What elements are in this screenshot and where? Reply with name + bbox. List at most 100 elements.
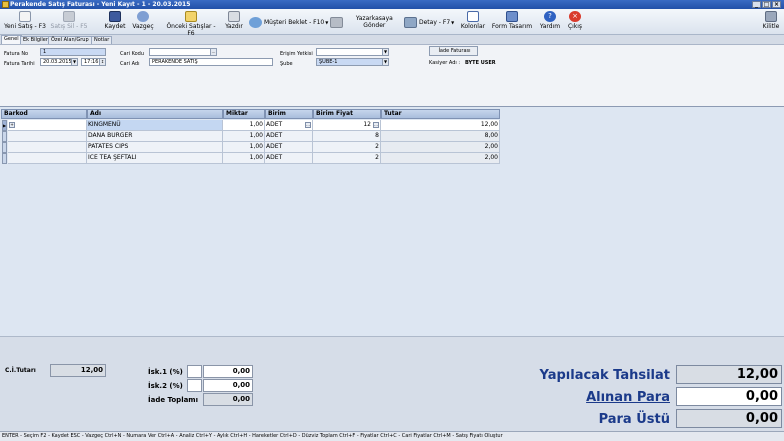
column-header-barcode[interactable]: Barkod: [1, 109, 87, 119]
change-value: 0,00: [676, 409, 782, 428]
column-header-unit[interactable]: Birim: [265, 109, 313, 119]
row-expand-icon[interactable]: +: [9, 121, 15, 128]
row-indicator[interactable]: ▶: [2, 120, 7, 131]
table-row-cell-unit[interactable]: ADET: [265, 142, 313, 153]
details-icon: [404, 16, 417, 28]
table-row-cell-unit[interactable]: ADET: [265, 131, 313, 142]
column-header-unit-price[interactable]: Birim Fiyat: [313, 109, 381, 119]
ci-total-label: C.İ.Tutarı: [5, 367, 36, 374]
printer-icon: [228, 11, 240, 22]
discount2-percent-field[interactable]: [187, 379, 202, 392]
table-row-cell-total[interactable]: 8,00: [381, 131, 500, 142]
table-row-cell-name[interactable]: DANA BURGER: [87, 131, 223, 142]
form-design-button[interactable]: Form Tasarım: [491, 10, 533, 34]
account-name-field[interactable]: PERAKENDE SATIŞ: [149, 58, 273, 66]
tab-extra-info[interactable]: Ek Bilgiler: [20, 36, 51, 44]
print-button[interactable]: Yazdır: [222, 10, 246, 34]
table-row-cell-quantity[interactable]: 1,00: [223, 131, 265, 142]
row-indicator[interactable]: [2, 131, 7, 142]
cash-register-icon: [330, 16, 343, 28]
calendar-dropdown-icon[interactable]: ▼: [71, 59, 77, 65]
chevron-down-icon[interactable]: ▼: [382, 49, 388, 55]
table-row-cell-total[interactable]: 12,00: [381, 120, 500, 131]
received-field[interactable]: 0,00: [676, 387, 782, 406]
table-row-cell-barcode[interactable]: +: [8, 120, 87, 131]
authority-select[interactable]: ▼: [316, 48, 389, 56]
lookup-ellipsis-icon[interactable]: …: [210, 49, 216, 55]
summary-panel: C.İ.Tutarı 12,00 İsk.1 (%) 0,00 İsk.2 (%…: [0, 336, 784, 431]
account-code-field[interactable]: …: [149, 48, 217, 56]
return-total-value: 0,00: [203, 393, 253, 406]
branch-label: Şube: [280, 61, 293, 67]
previous-sales-button[interactable]: Önceki Satışlar - F6: [162, 10, 220, 37]
branch-select[interactable]: ŞUBE-1 ▼: [316, 58, 389, 66]
maximize-button[interactable]: □: [762, 1, 771, 8]
row-indicator[interactable]: [2, 142, 7, 153]
row-indicator[interactable]: [2, 153, 7, 164]
authority-label: Erişim Yetkisi: [280, 51, 313, 57]
return-total-label: İade Toplamı: [148, 396, 199, 404]
table-row-cell-quantity[interactable]: 1,00: [223, 142, 265, 153]
invoice-time-field[interactable]: 17:16 ↕: [81, 58, 106, 66]
payable-value: 12,00: [676, 365, 782, 384]
delete-sale-button[interactable]: Satış Sil - F5: [50, 10, 88, 34]
window-title: Perakende Satış Faturası - Yeni Kayıt - …: [10, 1, 191, 8]
cancel-button[interactable]: Vazgeç: [130, 10, 156, 34]
table-row-cell-unit[interactable]: ADET…: [265, 120, 313, 131]
price-lookup-icon[interactable]: …: [373, 122, 379, 128]
help-icon: ?: [544, 11, 556, 22]
time-spinner-icon[interactable]: ↕: [99, 59, 105, 65]
chevron-down-icon[interactable]: ▼: [382, 59, 388, 65]
table-row-cell-unit-price[interactable]: 8: [313, 131, 381, 142]
close-window-button[interactable]: ×: [772, 1, 781, 8]
columns-button[interactable]: Kolonlar: [459, 10, 487, 34]
table-row-cell-name[interactable]: PATATES CIPS: [87, 142, 223, 153]
ci-total-value: 12,00: [50, 364, 106, 377]
table-row-cell-unit-price[interactable]: 2: [313, 153, 381, 164]
tab-custom-group[interactable]: Özel Alan/Grup: [48, 36, 92, 44]
save-button[interactable]: Kaydet: [100, 10, 130, 34]
columns-icon: [467, 11, 479, 22]
minimize-button[interactable]: _: [752, 1, 761, 8]
payable-label: Yapılacak Tahsilat: [539, 368, 671, 383]
lock-button[interactable]: Kilitle: [760, 10, 782, 34]
table-row-cell-barcode[interactable]: [8, 153, 87, 164]
send-register-button[interactable]: Yazarkasaya Gönder: [330, 11, 404, 33]
table-row-cell-quantity[interactable]: 1,00: [223, 120, 265, 131]
table-row-cell-total[interactable]: 2,00: [381, 153, 500, 164]
new-sale-button[interactable]: Yeni Satış - F3: [3, 10, 47, 34]
discount1-amount-field[interactable]: 0,00: [203, 365, 253, 378]
exit-button[interactable]: × Çıkış: [564, 10, 586, 34]
delete-document-icon: [63, 11, 75, 22]
tab-notes[interactable]: Notlar: [91, 36, 113, 44]
cashier-name: BYTE USER: [465, 60, 496, 66]
table-row-cell-name[interactable]: KINGMENÜ: [87, 120, 223, 131]
discount1-percent-field[interactable]: [187, 365, 202, 378]
column-header-total[interactable]: Tutar: [381, 109, 500, 119]
unit-lookup-icon[interactable]: …: [305, 122, 311, 128]
table-row-cell-unit-price[interactable]: 12…: [313, 120, 381, 131]
new-document-icon: [19, 11, 31, 22]
table-row-cell-unit[interactable]: ADET: [265, 153, 313, 164]
floppy-disk-icon: [109, 11, 121, 22]
received-label: Alınan Para: [586, 390, 670, 405]
tab-general[interactable]: Genel: [1, 35, 22, 44]
table-row-cell-barcode[interactable]: [8, 142, 87, 153]
column-header-quantity[interactable]: Miktar: [223, 109, 265, 119]
hold-customer-button[interactable]: Müşteri Beklet - F10 ▼: [249, 11, 329, 33]
help-button[interactable]: ? Yardım: [537, 10, 563, 34]
column-header-name[interactable]: Adı: [87, 109, 223, 119]
details-button[interactable]: Detay - F7 ▼: [404, 11, 456, 33]
table-row-cell-barcode[interactable]: [8, 131, 87, 142]
invoice-no-field[interactable]: 1: [40, 48, 106, 56]
discount2-amount-field[interactable]: 0,00: [203, 379, 253, 392]
lock-icon: [765, 11, 777, 22]
exit-icon: ×: [569, 11, 581, 22]
table-row-cell-name[interactable]: ICE TEA ŞEFTALI: [87, 153, 223, 164]
invoice-date-field[interactable]: 20.03.2015 ▼: [40, 58, 78, 66]
table-row-cell-total[interactable]: 2,00: [381, 142, 500, 153]
table-row-cell-unit-price[interactable]: 2: [313, 142, 381, 153]
account-name-label: Cari Adı: [120, 61, 140, 67]
table-row-cell-quantity[interactable]: 1,00: [223, 153, 265, 164]
return-invoice-button[interactable]: İade Faturası: [429, 46, 478, 56]
